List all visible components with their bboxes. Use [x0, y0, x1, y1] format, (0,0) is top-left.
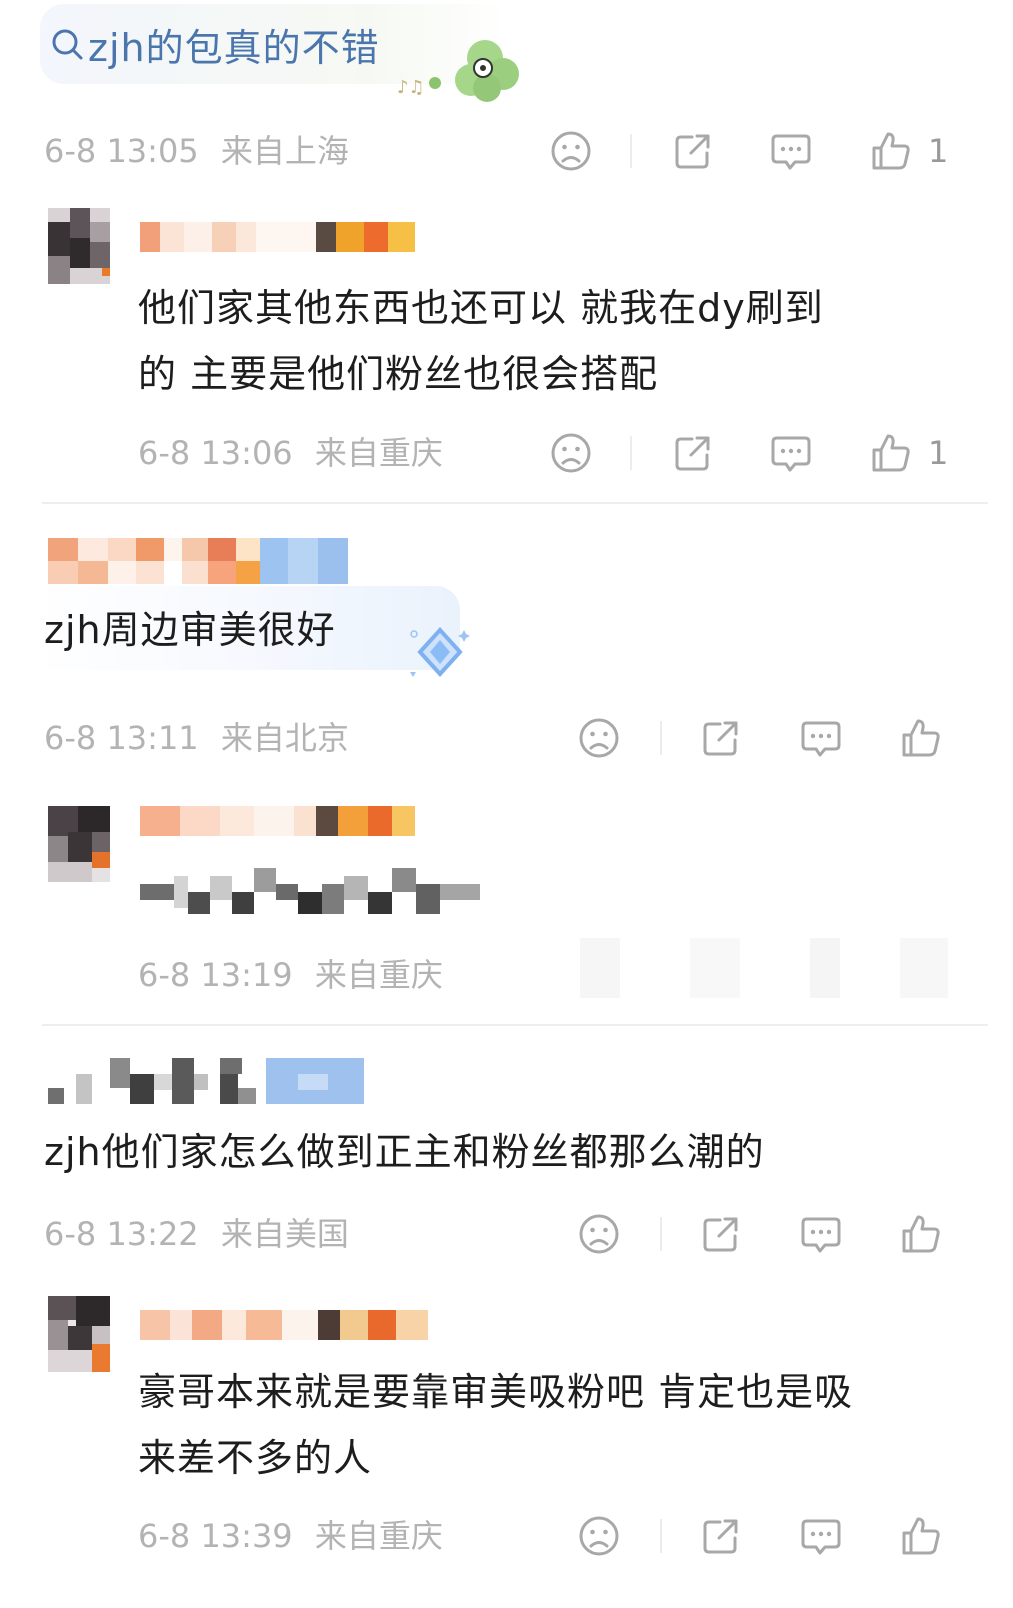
comment-time: 6-8 13:19 — [138, 956, 293, 994]
username-blurred[interactable] — [140, 806, 415, 836]
comment-time: 6-8 13:11 — [44, 719, 199, 757]
action-divider — [630, 436, 632, 470]
like-count: 1 — [928, 132, 949, 170]
dislike-icon[interactable] — [576, 715, 622, 761]
username-blurred[interactable] — [140, 1310, 428, 1340]
comment-meta: 6-8 13:11 来自北京 — [44, 718, 349, 758]
like-icon[interactable] — [898, 1513, 944, 1559]
diamond-badge — [400, 620, 480, 684]
search-query-text: zjh的包真的不错 — [88, 25, 380, 70]
comment-location: 来自上海 — [220, 132, 349, 170]
action-divider — [660, 1519, 662, 1553]
search-icon — [50, 27, 84, 61]
share-icon[interactable] — [670, 430, 716, 476]
like-icon[interactable] — [898, 1211, 944, 1257]
comment-meta: 6-8 13:22 来自美国 — [44, 1214, 349, 1254]
avatar[interactable] — [48, 806, 110, 882]
comment-meta: 6-8 13:39 来自重庆 — [138, 1516, 443, 1556]
share-icon[interactable] — [698, 715, 744, 761]
comment-icon[interactable] — [768, 128, 814, 174]
action-divider — [660, 1217, 662, 1251]
clover-sticker: ♪♫ — [375, 28, 525, 108]
comment-text-blurred — [140, 868, 480, 914]
username-blurred[interactable] — [48, 1058, 364, 1104]
action-divider — [660, 721, 662, 755]
mention-link[interactable]: zjh — [44, 1130, 102, 1174]
dislike-icon[interactable] — [576, 1513, 622, 1559]
comment-icon[interactable] — [798, 1513, 844, 1559]
share-icon[interactable] — [670, 128, 716, 174]
comment-time: 6-8 13:22 — [44, 1215, 199, 1253]
thread-divider — [42, 502, 988, 504]
dislike-icon[interactable] — [548, 430, 594, 476]
comment-text: 他们家其他东西也还可以 就我在dy刷到 — [138, 286, 824, 330]
comment-time: 6-8 13:06 — [138, 434, 293, 472]
svg-text:♪♫: ♪♫ — [397, 77, 425, 98]
comment-text: zjh他们家怎么做到正主和粉丝都那么潮的 — [44, 1130, 765, 1174]
comment-location: 来自重庆 — [314, 434, 443, 472]
comment-text: 的 主要是他们粉丝也很会搭配 — [138, 352, 659, 396]
dislike-icon[interactable] — [548, 128, 594, 174]
search-suggestion-link[interactable]: zjh的包真的不错 — [50, 16, 380, 72]
avatar[interactable] — [48, 1296, 110, 1372]
comment-text: zjh周边审美很好 — [44, 608, 336, 652]
action-divider — [630, 134, 632, 168]
action-bar-faded — [580, 938, 950, 998]
comment-time: 6-8 13:39 — [138, 1517, 293, 1555]
comment-meta: 6-8 13:05 来自上海 — [44, 131, 349, 171]
username-blurred[interactable] — [140, 222, 415, 252]
comment-meta: 6-8 13:19 来自重庆 — [138, 955, 443, 995]
comment-icon[interactable] — [768, 430, 814, 476]
thread-divider — [42, 1024, 988, 1026]
like-icon[interactable] — [868, 128, 914, 174]
comment-icon[interactable] — [798, 1211, 844, 1257]
like-icon[interactable] — [898, 715, 944, 761]
comment-location: 来自美国 — [220, 1215, 349, 1253]
comment-time: 6-8 13:05 — [44, 132, 199, 170]
comment-location: 来自重庆 — [314, 956, 443, 994]
share-icon[interactable] — [698, 1513, 744, 1559]
comment-text: 豪哥本来就是要靠审美吸粉吧 肯定也是吸 — [138, 1370, 854, 1414]
comment-icon[interactable] — [798, 715, 844, 761]
comment-text: 来差不多的人 — [138, 1436, 373, 1480]
comment-meta: 6-8 13:06 来自重庆 — [138, 433, 443, 473]
share-icon[interactable] — [698, 1211, 744, 1257]
comment-location: 来自北京 — [220, 719, 349, 757]
comment-location: 来自重庆 — [314, 1517, 443, 1555]
dislike-icon[interactable] — [576, 1211, 622, 1257]
avatar[interactable] — [48, 208, 110, 284]
mention-link[interactable]: zjh — [44, 608, 102, 652]
username-blurred[interactable] — [48, 538, 348, 584]
like-icon[interactable] — [868, 430, 914, 476]
like-count: 1 — [928, 434, 949, 472]
